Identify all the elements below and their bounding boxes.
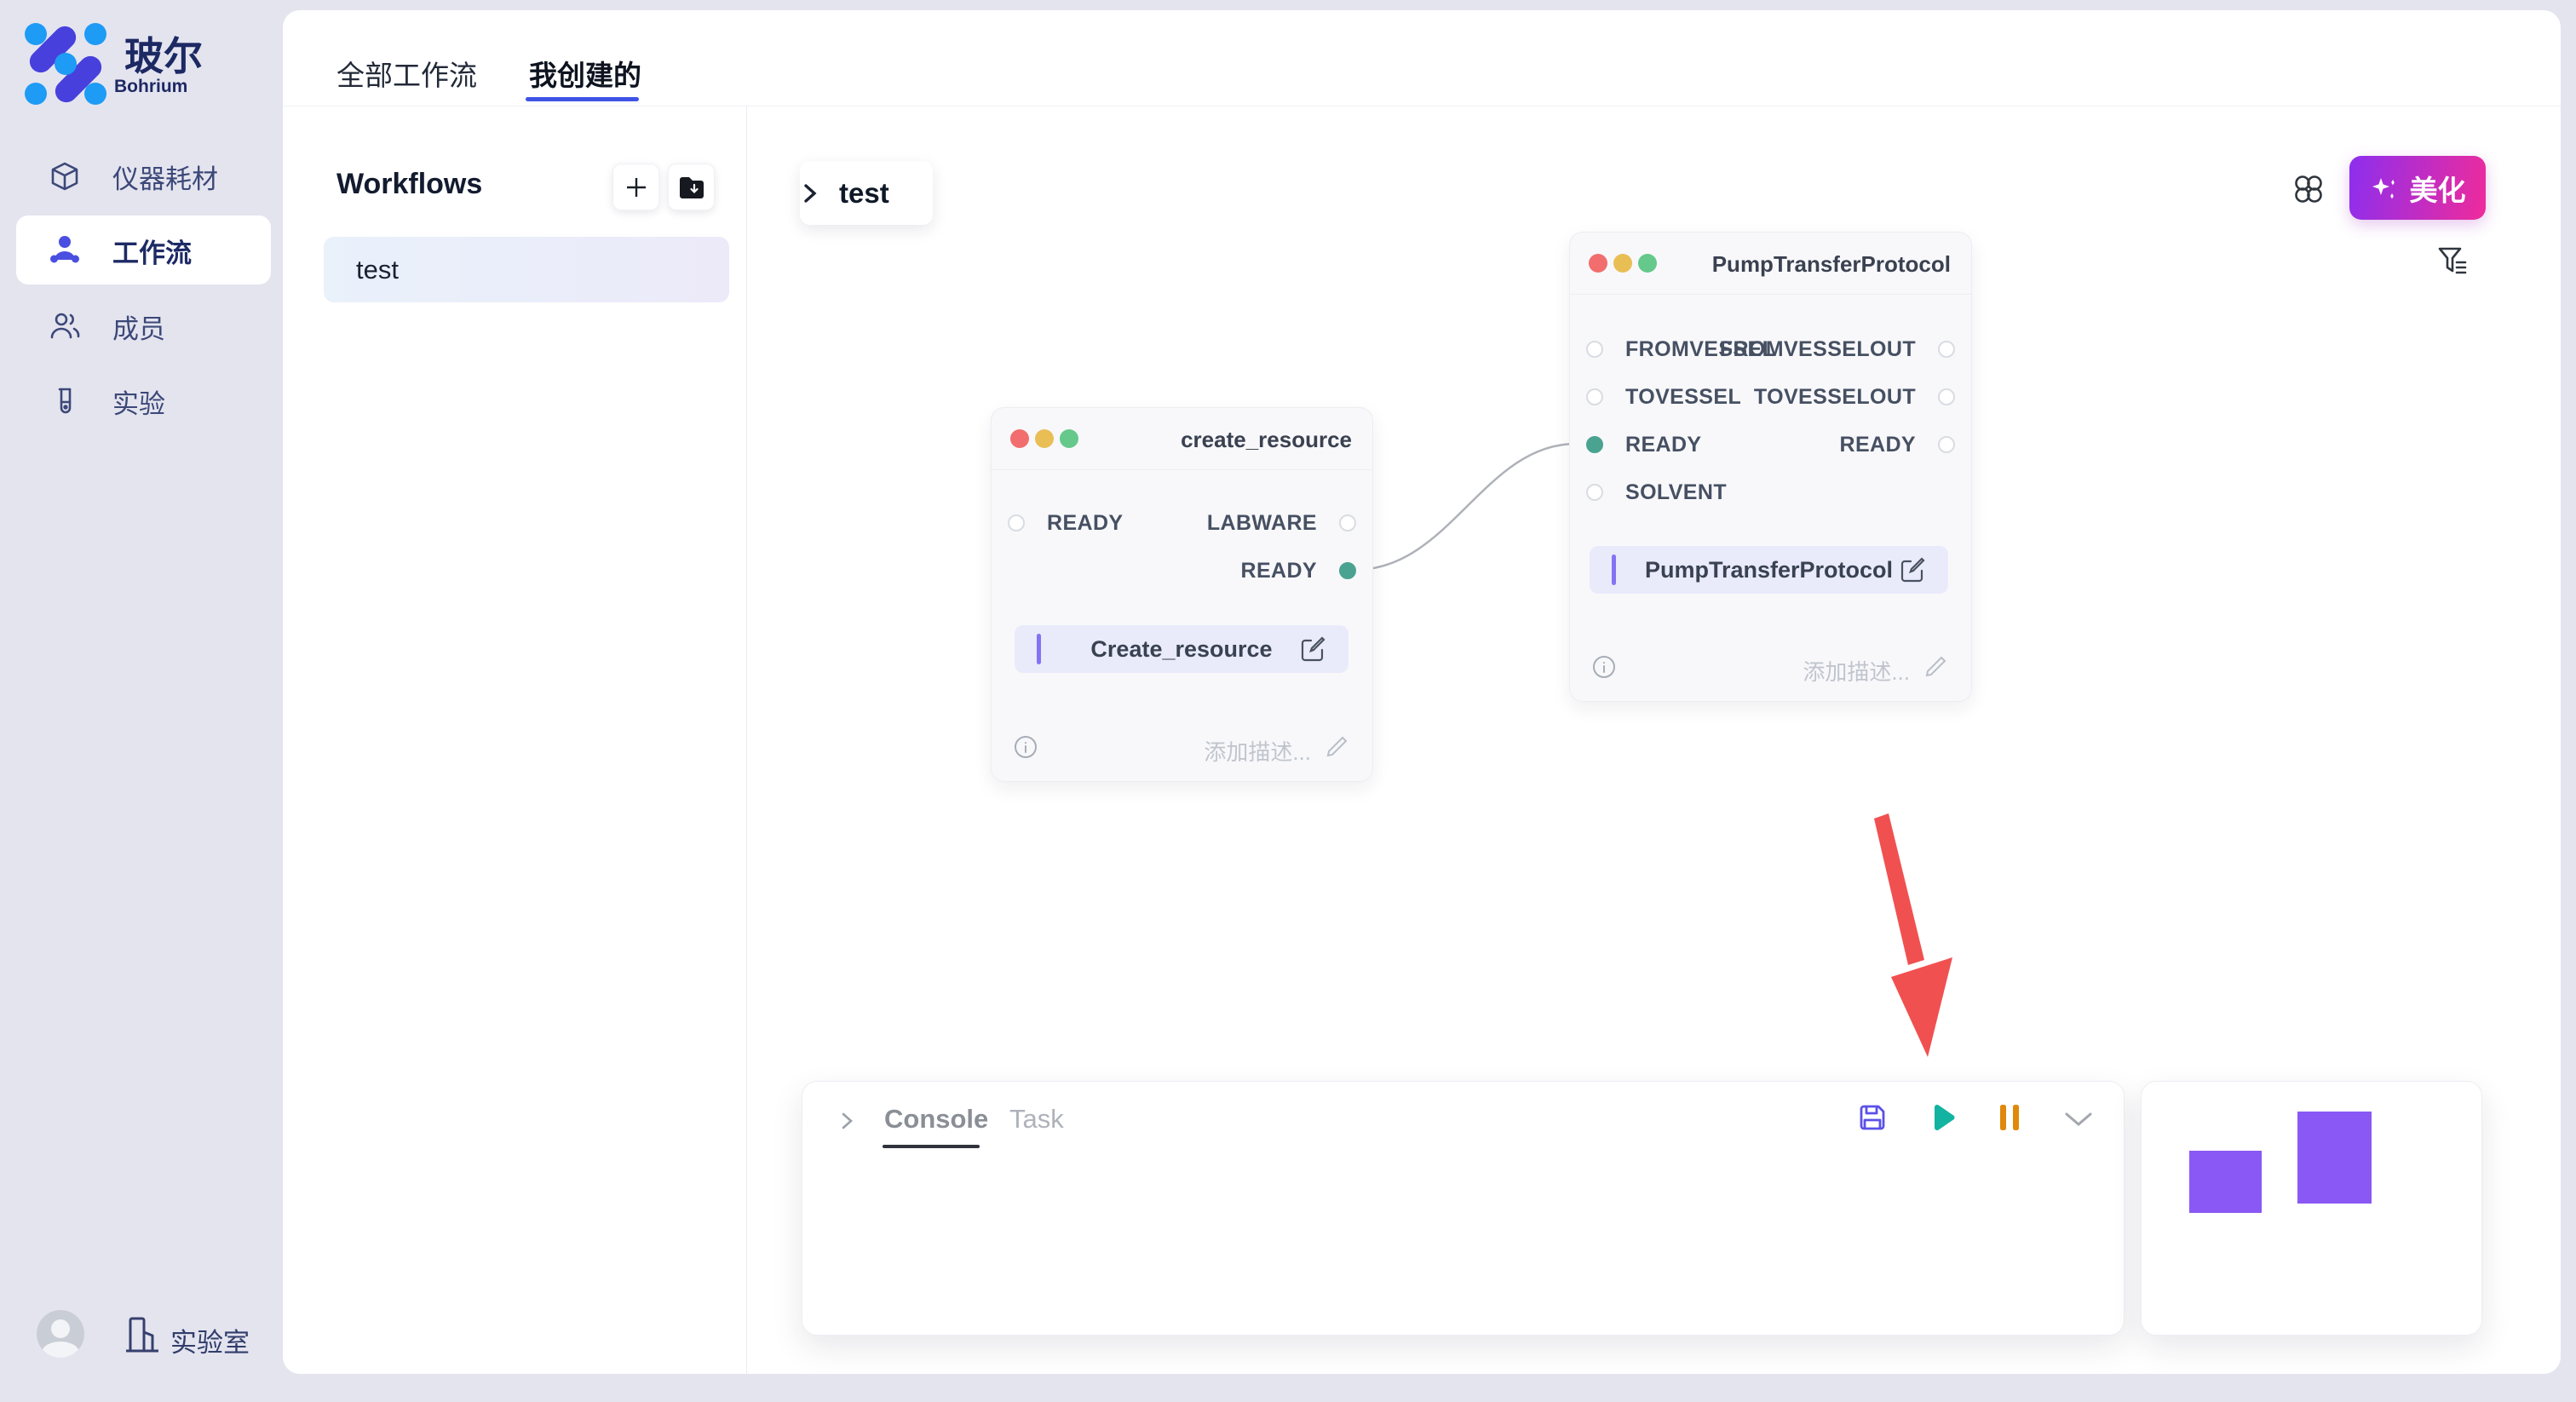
minimap[interactable]	[2141, 1081, 2482, 1336]
collapse-chevron-icon[interactable]	[2062, 1109, 2095, 1129]
run-icon[interactable]	[1929, 1103, 1958, 1132]
tab-task[interactable]: Task	[1009, 1104, 1064, 1135]
expand-chevron-icon[interactable]	[837, 1109, 857, 1133]
minimap-node	[2297, 1112, 2372, 1204]
console-panel: Console Task	[802, 1081, 2125, 1336]
minimap-node	[2189, 1151, 2262, 1213]
app-root: 玻尔 Bohrium 仪器耗材 工作流 成员 实验	[0, 0, 2576, 1402]
pause-icon[interactable]	[1997, 1103, 2022, 1132]
console-tab-underline	[883, 1145, 980, 1148]
save-icon[interactable]	[1857, 1102, 1888, 1133]
tab-console[interactable]: Console	[884, 1104, 988, 1135]
scrollbar-strip[interactable]	[2561, 0, 2576, 1402]
